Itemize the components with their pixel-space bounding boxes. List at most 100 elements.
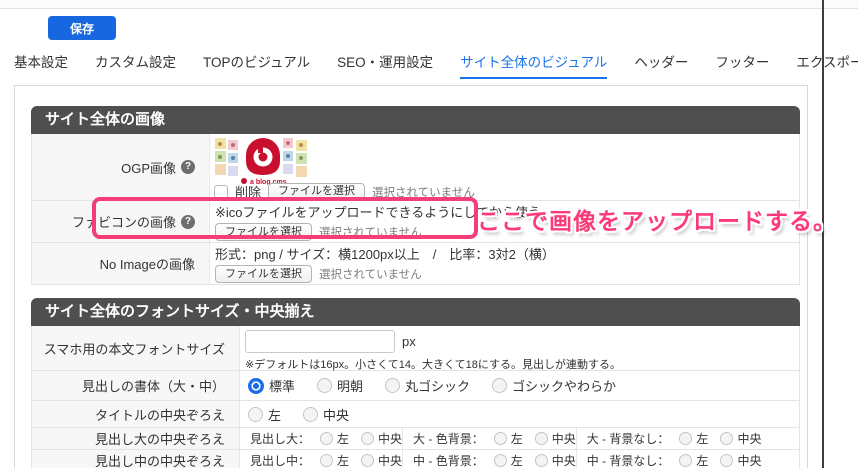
radio-option-h2-nobg-center[interactable]: 中央 bbox=[720, 452, 761, 468]
tab-basic-settings[interactable]: 基本設定 bbox=[14, 46, 68, 79]
tab-custom-settings[interactable]: カスタム設定 bbox=[95, 46, 176, 79]
radio-option-h2-nobg-left[interactable]: 左 bbox=[679, 452, 708, 468]
radio-icon bbox=[494, 432, 507, 445]
radio-option-marugothic[interactable]: 丸ゴシック bbox=[385, 376, 470, 395]
radio-option-label: 中央 bbox=[737, 430, 761, 447]
section-font-centering: サイト全体のフォントサイズ・中央揃え スマホ用の本文フォントサイズ px ※デフ… bbox=[31, 298, 800, 468]
tab-export-import[interactable]: エクスポート・インポート bbox=[796, 46, 858, 79]
radio-option-label: 左 bbox=[268, 405, 281, 424]
group-prefix: 大 - 色背景： bbox=[413, 430, 484, 447]
radio-icon bbox=[679, 454, 692, 467]
radio-option-label: 丸ゴシック bbox=[405, 376, 470, 395]
radio-icon bbox=[317, 378, 332, 393]
tab-site-visual[interactable]: サイト全体のビジュアル bbox=[460, 46, 607, 79]
h1-align-label-cell: 見出し大の中央ぞろえ bbox=[32, 428, 240, 449]
radio-option-mincho[interactable]: 明朝 bbox=[317, 376, 363, 395]
radio-option-h1-colorbg-left[interactable]: 左 bbox=[494, 430, 523, 447]
ogp-file-select-button[interactable]: ファイルを選択 bbox=[268, 183, 365, 201]
font-size-note: ※デフォルトは16px。小さくて14。大きくて18にする。見出しが連動する。 bbox=[245, 356, 799, 372]
row-smartphone-font-size: スマホ用の本文フォントサイズ px ※デフォルトは16px。小さくて14。大きく… bbox=[32, 326, 799, 370]
ogp-controls: 削除 ファイルを選択 選択されていません bbox=[214, 182, 799, 201]
row-title-align: タイトルの中央ぞろえ 左 中央 bbox=[32, 400, 799, 427]
tab-footer[interactable]: フッター bbox=[715, 46, 769, 79]
h2-align-group-nobg: 中 - 背景なし： 左 中央 bbox=[576, 450, 762, 468]
radio-option-label: 中央 bbox=[323, 405, 349, 424]
ogp-preview-image: a blog cms bbox=[214, 137, 314, 185]
section-font-centering-title: サイト全体のフォントサイズ・中央揃え bbox=[31, 298, 800, 326]
ogp-image-label: OGP画像 bbox=[121, 158, 176, 177]
radio-option-label: 左 bbox=[696, 430, 708, 447]
h1-align-group-nobg: 大 - 背景なし： 左 中央 bbox=[576, 428, 762, 449]
font-size-label: スマホ用の本文フォントサイズ bbox=[44, 339, 225, 358]
radio-option-label: 標準 bbox=[269, 376, 295, 395]
radio-icon bbox=[385, 378, 400, 393]
radio-icon bbox=[320, 454, 333, 467]
tab-header[interactable]: ヘッダー bbox=[634, 46, 688, 79]
radio-option-h1-nobg-center[interactable]: 中央 bbox=[720, 430, 761, 447]
noimage-file-select-button[interactable]: ファイルを選択 bbox=[215, 265, 312, 283]
delete-label: 削除 bbox=[235, 182, 261, 201]
radio-option-title-left[interactable]: 左 bbox=[248, 405, 281, 424]
radio-option-label: 中央 bbox=[378, 430, 402, 447]
radio-option-h2-colorbg-left[interactable]: 左 bbox=[494, 452, 523, 468]
font-size-input[interactable] bbox=[245, 330, 395, 353]
radio-icon bbox=[720, 432, 733, 445]
h1-align-group-colorbg: 大 - 色背景： 左 中央 bbox=[402, 428, 576, 449]
radio-option-h1-center[interactable]: 中央 bbox=[361, 430, 402, 447]
radio-checked-icon bbox=[248, 378, 264, 394]
group-prefix: 見出し大： bbox=[250, 430, 310, 447]
radio-icon bbox=[361, 454, 374, 467]
radio-option-h2-center[interactable]: 中央 bbox=[361, 452, 402, 468]
h1-align-content: 見出し大： 左 中央 大 - 色背景： bbox=[240, 428, 799, 449]
radio-option-h1-nobg-left[interactable]: 左 bbox=[679, 430, 708, 447]
save-button[interactable]: 保存 bbox=[48, 16, 116, 40]
h1-align-group-main: 見出し大： 左 中央 bbox=[240, 428, 402, 449]
font-size-label-cell: スマホ用の本文フォントサイズ bbox=[32, 326, 240, 370]
radio-icon bbox=[535, 454, 548, 467]
h2-align-label-cell: 見出し中の中央ぞろえ bbox=[32, 450, 240, 468]
radio-option-label: 左 bbox=[337, 452, 349, 468]
radio-icon bbox=[361, 432, 374, 445]
radio-option-label: 左 bbox=[337, 430, 349, 447]
radio-icon bbox=[492, 378, 507, 393]
help-icon[interactable]: ? bbox=[181, 215, 195, 229]
settings-panel: サイト全体の画像 OGP画像 ? bbox=[14, 85, 808, 468]
noimage-file-status: 選択されていません bbox=[319, 266, 422, 282]
radio-option-title-center[interactable]: 中央 bbox=[303, 405, 349, 424]
help-icon[interactable]: ? bbox=[181, 160, 195, 174]
radio-option-h1-colorbg-center[interactable]: 中央 bbox=[535, 430, 576, 447]
radio-icon bbox=[535, 432, 548, 445]
noimage-file-line: ファイルを選択 選択されていません bbox=[215, 265, 799, 283]
annotation-text: ここで画像をアップロードする。 bbox=[477, 202, 837, 236]
radio-option-label: 中央 bbox=[552, 430, 576, 447]
row-heading-typeface: 見出しの書体（大・中） 標準 明朝 丸ゴシック bbox=[32, 370, 799, 400]
ogp-image-content: a blog cms 削除 ファイルを選択 選択されていません bbox=[210, 134, 799, 200]
title-align-label: タイトルの中央ぞろえ bbox=[95, 405, 225, 424]
row-ogp-image: OGP画像 ? bbox=[32, 134, 799, 200]
radio-option-label: 中央 bbox=[378, 452, 402, 468]
radio-option-hyoujun[interactable]: 標準 bbox=[248, 376, 295, 395]
row-heading-mid-align: 見出し中の中央ぞろえ 見出し中： 左 中央 bbox=[32, 449, 799, 468]
delete-checkbox[interactable] bbox=[214, 185, 228, 199]
radio-option-label: ゴシックやわらか bbox=[512, 376, 616, 395]
radio-option-h2-colorbg-center[interactable]: 中央 bbox=[535, 452, 576, 468]
favicon-file-status: 選択されていません bbox=[319, 224, 422, 240]
font-size-content: px ※デフォルトは16px。小さくて14。大きくて18にする。見出しが連動する… bbox=[240, 326, 799, 370]
radio-option-gothic-yawaraka[interactable]: ゴシックやわらか bbox=[492, 376, 616, 395]
tab-top-visual[interactable]: TOPのビジュアル bbox=[203, 46, 310, 79]
h1-align-label: 見出し大の中央ぞろえ bbox=[95, 429, 225, 448]
tab-seo-operation[interactable]: SEO・運用設定 bbox=[337, 46, 433, 79]
radio-option-h1-left[interactable]: 左 bbox=[320, 430, 349, 447]
group-prefix: 中 - 色背景： bbox=[413, 452, 484, 468]
section-site-images-title: サイト全体の画像 bbox=[31, 106, 800, 134]
group-prefix: 中 - 背景なし： bbox=[587, 452, 670, 468]
h2-align-group-main: 見出し中： 左 中央 bbox=[240, 450, 402, 468]
favicon-label: ファビコンの画像 bbox=[72, 212, 176, 231]
favicon-label-cell: ファビコンの画像 ? bbox=[32, 201, 210, 242]
radio-icon bbox=[248, 407, 263, 422]
favicon-file-select-button[interactable]: ファイルを選択 bbox=[215, 223, 312, 241]
radio-option-label: 明朝 bbox=[337, 376, 363, 395]
noimage-note: 形式：png / サイズ：横1200px以上 / 比率：3対2（横） bbox=[215, 246, 799, 263]
radio-option-h2-left[interactable]: 左 bbox=[320, 452, 349, 468]
noimage-content: 形式：png / サイズ：横1200px以上 / 比率：3対2（横） ファイルを… bbox=[210, 243, 799, 284]
